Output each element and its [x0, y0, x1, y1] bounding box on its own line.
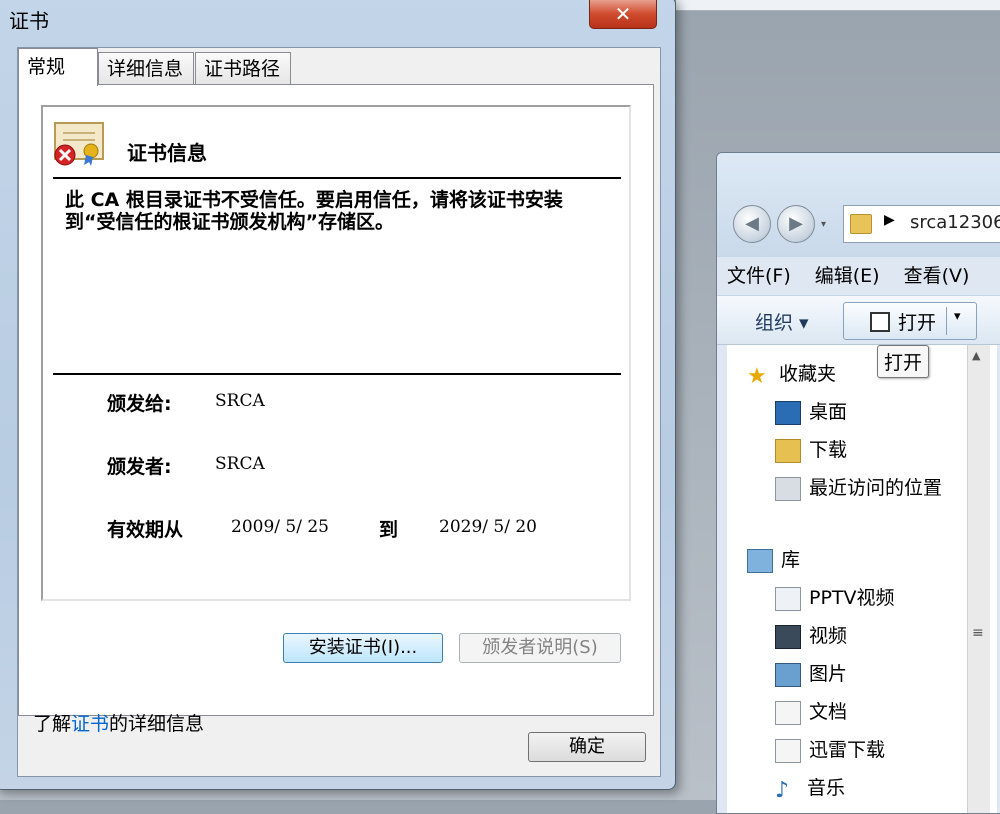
background-window-edge [676, 0, 1000, 11]
tree-item-label: 音乐 [807, 777, 846, 799]
certificate-dialog: 证书 ✕ 常规 详细信息 证书路径 证书信息 此 CA 根目录证书不受信任。要启… [0, 0, 676, 790]
menu-file[interactable]: 文件(F) [727, 261, 791, 288]
tree-item-pptv-video[interactable]: PPTV视频 [775, 583, 895, 617]
library-icon [747, 548, 773, 573]
certificate-help-link[interactable]: 证书 [71, 713, 109, 735]
recent-places-icon [775, 476, 801, 501]
certificate-error-icon [54, 122, 104, 166]
address-bar[interactable]: ▶ srca12306 [843, 205, 1000, 243]
tree-item-label: 库 [781, 549, 801, 571]
download-library-icon [775, 738, 801, 763]
tree-item-label: 迅雷下载 [809, 739, 886, 761]
validity-label: 有效期从 [107, 519, 184, 541]
folder-icon [850, 214, 872, 234]
divider [53, 373, 621, 375]
dialog-client-area: 常规 详细信息 证书路径 证书信息 此 CA 根目录证书不受信任。要启用信任，请… [17, 47, 661, 777]
trust-warning-text: 此 CA 根目录证书不受信任。要启用信任，请将该证书安装到“受信任的根证书颁发机… [65, 189, 563, 233]
close-button[interactable]: ✕ [589, 0, 657, 29]
tree-item-label: 桌面 [809, 401, 848, 423]
tree-item-label: 收藏夹 [779, 363, 837, 385]
document-library-icon [775, 700, 801, 725]
learn-suffix: 的详细信息 [109, 713, 205, 735]
tree-item-thunder-downloads[interactable]: 迅雷下载 [775, 735, 885, 769]
install-certificate-button[interactable]: 安装证书(I)... [283, 633, 443, 663]
split-divider [946, 307, 947, 335]
explorer-window: ◀ ▶ ▾ ▶ srca12306 文件(F) 编辑(E) 查看(V) 组织 ▾ 打… [716, 152, 1000, 814]
validity-to-label: 到 [379, 519, 399, 541]
valid-to-date: 2029/ 5/ 20 [439, 517, 537, 537]
open-icon [870, 312, 890, 332]
breadcrumb-arrow-icon[interactable]: ▶ [884, 212, 895, 228]
issuer-statement-button[interactable]: 颁发者说明(S) [459, 633, 621, 663]
star-icon: ★ [747, 363, 767, 389]
tree-item-music[interactable]: ♪ 音乐 [775, 773, 845, 807]
address-text: srca12306 [910, 212, 1000, 233]
navigation-pane: ★ 收藏夹 桌面 下载 最近访问的位置 库 PPTV视频 视频 图片 文档 迅雷下… [727, 345, 997, 813]
tree-item-label: 文档 [809, 701, 848, 723]
explorer-toolbar: 组织 ▾ 打开 ▾ [717, 295, 1000, 345]
certificate-info-panel: 证书信息 此 CA 根目录证书不受信任。要启用信任，请将该证书安装到“受信任的根… [41, 105, 631, 601]
issued-to-label: 颁发给: [107, 393, 172, 415]
explorer-menu-bar: 文件(F) 编辑(E) 查看(V) [727, 261, 1000, 295]
menu-view[interactable]: 查看(V) [904, 261, 970, 288]
recent-pages-dropdown-icon[interactable]: ▾ [821, 219, 826, 230]
tree-item-downloads[interactable]: 下载 [775, 435, 847, 469]
organize-button[interactable]: 组织 ▾ [755, 308, 809, 335]
tree-item-videos[interactable]: 视频 [775, 621, 847, 655]
tree-item-documents[interactable]: 文档 [775, 697, 847, 731]
scroll-grip-icon[interactable]: ≡ [972, 625, 984, 641]
tree-item-label: 图片 [809, 663, 848, 685]
dialog-title: 证书 [9, 9, 49, 33]
open-tooltip: 打开 [877, 345, 930, 378]
music-note-icon: ♪ [775, 777, 790, 803]
tab-general[interactable]: 常规 [18, 48, 98, 86]
certificate-info-title: 证书信息 [127, 141, 207, 165]
explorer-navigation-bar: ◀ ▶ ▾ ▶ srca12306 [717, 153, 1000, 257]
general-tab-page: 证书信息 此 CA 根目录证书不受信任。要启用信任，请将该证书安装到“受信任的根… [18, 84, 654, 735]
desktop-icon [775, 400, 801, 425]
open-dropdown-icon[interactable]: ▾ [954, 309, 961, 324]
tree-item-desktop[interactable]: 桌面 [775, 397, 847, 431]
ok-button[interactable]: 确定 [528, 732, 646, 762]
learn-more-text: 了解证书的详细信息 [33, 709, 204, 736]
open-button-label: 打开 [898, 312, 937, 334]
pptv-library-icon [775, 586, 801, 611]
back-button[interactable]: ◀ [733, 205, 771, 243]
video-library-icon [775, 624, 801, 649]
valid-from-date: 2009/ 5/ 25 [231, 517, 329, 537]
downloads-folder-icon [775, 438, 801, 463]
issued-to-value: SRCA [215, 391, 265, 411]
tree-item-favorites[interactable]: ★ 收藏夹 [747, 359, 836, 393]
tree-item-label: 下载 [809, 439, 848, 461]
tree-item-label: PPTV视频 [809, 587, 895, 609]
tab-certification-path[interactable]: 证书路径 [195, 52, 291, 84]
tab-details[interactable]: 详细信息 [98, 52, 194, 84]
open-button[interactable]: 打开 ▾ [843, 302, 977, 340]
issued-by-label: 颁发者: [107, 456, 172, 478]
navigation-scrollbar[interactable]: ▲ ≡ [967, 345, 990, 813]
tree-item-libraries[interactable]: 库 [747, 545, 800, 579]
divider [53, 177, 621, 179]
tree-item-label: 最近访问的位置 [809, 477, 943, 499]
issued-by-value: SRCA [215, 454, 265, 474]
scroll-up-arrow-icon[interactable]: ▲ [972, 349, 980, 362]
picture-library-icon [775, 662, 801, 687]
menu-edit[interactable]: 编辑(E) [815, 261, 880, 288]
tree-item-recent-places[interactable]: 最近访问的位置 [775, 473, 942, 507]
tree-item-pictures[interactable]: 图片 [775, 659, 847, 693]
forward-button[interactable]: ▶ [777, 205, 815, 243]
tree-item-label: 视频 [809, 625, 848, 647]
learn-prefix: 了解 [33, 713, 72, 735]
